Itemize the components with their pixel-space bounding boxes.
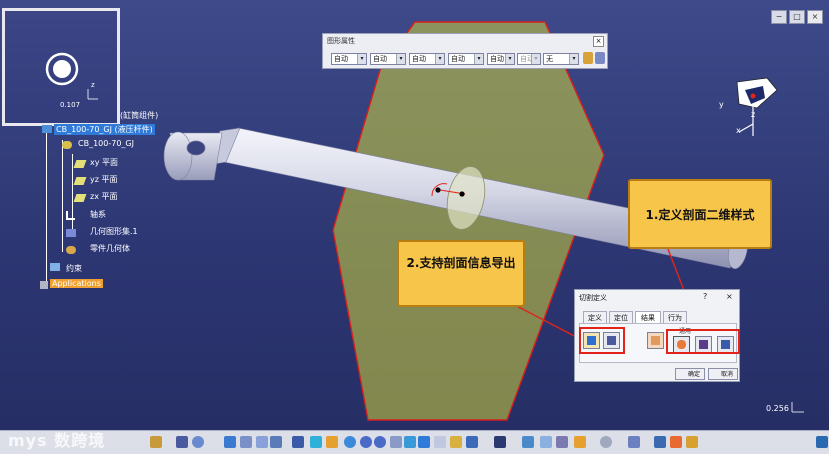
toolbar-folder-icon[interactable] (150, 436, 162, 448)
callout-export: 2.支持剖面信息导出 (397, 240, 525, 307)
toolbar-zoom-in-icon[interactable] (360, 436, 372, 448)
layer-combo[interactable]: 无 ▾ (543, 53, 579, 65)
toolbar-light-icon[interactable] (670, 436, 682, 448)
tree-item-applications[interactable]: Applications (50, 279, 103, 288)
axis-system-icon (66, 211, 75, 220)
line-weight-combo[interactable]: 自动 ▾ (487, 53, 515, 65)
dialog-close-icon[interactable]: × (726, 292, 733, 301)
ok-button[interactable]: 确定 (675, 368, 705, 380)
tree-item-constraints[interactable]: 约束 (66, 263, 82, 274)
toolbar-apply-icon[interactable] (270, 436, 282, 448)
constraint-icon (50, 263, 60, 271)
help-icon[interactable]: ? (703, 292, 707, 301)
chevron-down-icon: ▾ (474, 54, 483, 64)
fill-color-combo[interactable]: 自动 ▾ (331, 53, 367, 65)
graphic-properties-toolbar: 图形属性 × 自动 ▾ 自动 ▾ 自动 ▾ 自动 ▾ 自动 ▾ 自动 ▾ 无 ▾ (322, 33, 608, 69)
spec-tree: (缸筒组件) CB_100-70_GJ (液压杆件) CB_100-70_GJ … (0, 0, 170, 300)
toolbar-swap-icon[interactable] (466, 436, 478, 448)
cancel-button[interactable]: 取消 (708, 368, 738, 380)
plane-icon (73, 177, 87, 185)
toolbar-annotation-icon[interactable] (540, 436, 552, 448)
graphic-properties-title: 图形属性 (327, 37, 355, 45)
compass-z-label: z (751, 110, 756, 119)
toolbar-shading-icon[interactable] (434, 436, 446, 448)
toolbar-iso-view-icon[interactable] (418, 436, 430, 448)
axis-triad-icon (791, 402, 804, 413)
toolbar-section-icon[interactable] (556, 436, 568, 448)
part-gear-icon (62, 141, 72, 149)
toolbar-catalog-icon[interactable] (522, 436, 534, 448)
tree-item-xy-plane[interactable]: xy 平面 (90, 157, 118, 168)
toolbar-plugin-icon[interactable] (654, 436, 666, 448)
toolbar-measure-icon[interactable] (240, 436, 252, 448)
plane-icon (73, 160, 87, 168)
plane-icon (73, 194, 87, 202)
chevron-down-icon: ▾ (357, 54, 366, 64)
dialog-title: 切割定义 (579, 294, 607, 302)
compass-x-label: x (736, 126, 741, 135)
callout-define-style: 1.定义剖面二维样式 (628, 179, 772, 249)
tree-item-assembly[interactable]: (缸筒组件) (120, 110, 158, 121)
tree-item-yz-plane[interactable]: yz 平面 (90, 174, 117, 185)
point-type-combo[interactable]: 自动 ▾ (517, 53, 541, 65)
toolbar-capture-icon[interactable] (494, 436, 506, 448)
callout-define-style-text: 1.定义剖面二维样式 (645, 208, 755, 222)
transparency-combo[interactable]: 自动 ▾ (370, 53, 406, 65)
body-gear-icon (66, 246, 76, 254)
toolbar-material-icon[interactable] (686, 436, 698, 448)
compass-icon[interactable] (715, 70, 805, 142)
chevron-down-icon: ▾ (531, 54, 540, 64)
chevron-down-icon: ▾ (396, 54, 405, 64)
toolbar-history-icon[interactable] (600, 436, 612, 448)
line-type-combo[interactable]: 自动 ▾ (448, 53, 484, 65)
toolbar-snap-icon[interactable] (292, 436, 304, 448)
chevron-down-icon: ▾ (569, 54, 578, 64)
compass-y-label: y (719, 100, 724, 109)
format-painter-icon[interactable] (583, 52, 593, 64)
toolbar-grid-icon[interactable] (816, 436, 828, 448)
chevron-down-icon: ▾ (435, 54, 444, 64)
toolbar-normal-view-icon[interactable] (390, 436, 402, 448)
toolbar-fit-all-icon[interactable] (310, 436, 322, 448)
tree-item-part-body[interactable]: 零件几何体 (90, 243, 130, 254)
toolbar-pan-icon[interactable] (326, 436, 338, 448)
toolbar-zoom-out-icon[interactable] (374, 436, 386, 448)
watermark: mys 数跨境 (8, 431, 106, 450)
toolbar-scene-icon[interactable] (574, 436, 586, 448)
bottom-toolbar (0, 430, 829, 454)
toolbar-formula-icon[interactable] (176, 436, 188, 448)
catia-viewport[interactable]: − □ × z 0.107 (缸筒组件) CB_100-70_GJ (液压杆件)… (0, 0, 829, 454)
toolbar-eraser-icon[interactable] (628, 436, 640, 448)
toolbar-close-icon[interactable]: × (593, 36, 604, 47)
edit-style-button[interactable] (647, 332, 664, 349)
toolbar-inertia-icon[interactable] (256, 436, 268, 448)
highlight-style-buttons (666, 329, 740, 354)
tree-item-geometrical-set[interactable]: 几何图形集.1 (90, 226, 138, 237)
toolbar-rotate-icon[interactable] (344, 436, 356, 448)
applications-icon (40, 281, 48, 289)
chevron-down-icon: ▾ (505, 54, 514, 64)
callout-export-text: 2.支持剖面信息导出 (406, 256, 516, 270)
tree-item-part[interactable]: CB_100-70_GJ (78, 139, 134, 148)
toolbar-hide-show-icon[interactable] (450, 436, 462, 448)
paint-brush-icon[interactable] (595, 52, 605, 64)
highlight-export-buttons (579, 327, 625, 354)
zoom-readout: 0.256 (766, 404, 789, 413)
palette-icon (651, 336, 660, 345)
tree-item-rod-product[interactable]: CB_100-70_GJ (液压杆件) (54, 124, 155, 135)
toolbar-sheet-icon[interactable] (224, 436, 236, 448)
toolbar-multi-view-icon[interactable] (404, 436, 416, 448)
product-icon (42, 125, 52, 133)
tree-item-zx-plane[interactable]: zx 平面 (90, 191, 117, 202)
toolbar-comment-icon[interactable] (192, 436, 204, 448)
tree-item-axis-system[interactable]: 轴系 (90, 209, 106, 220)
line-color-combo[interactable]: 自动 ▾ (409, 53, 445, 65)
geometrical-set-icon (66, 229, 76, 237)
